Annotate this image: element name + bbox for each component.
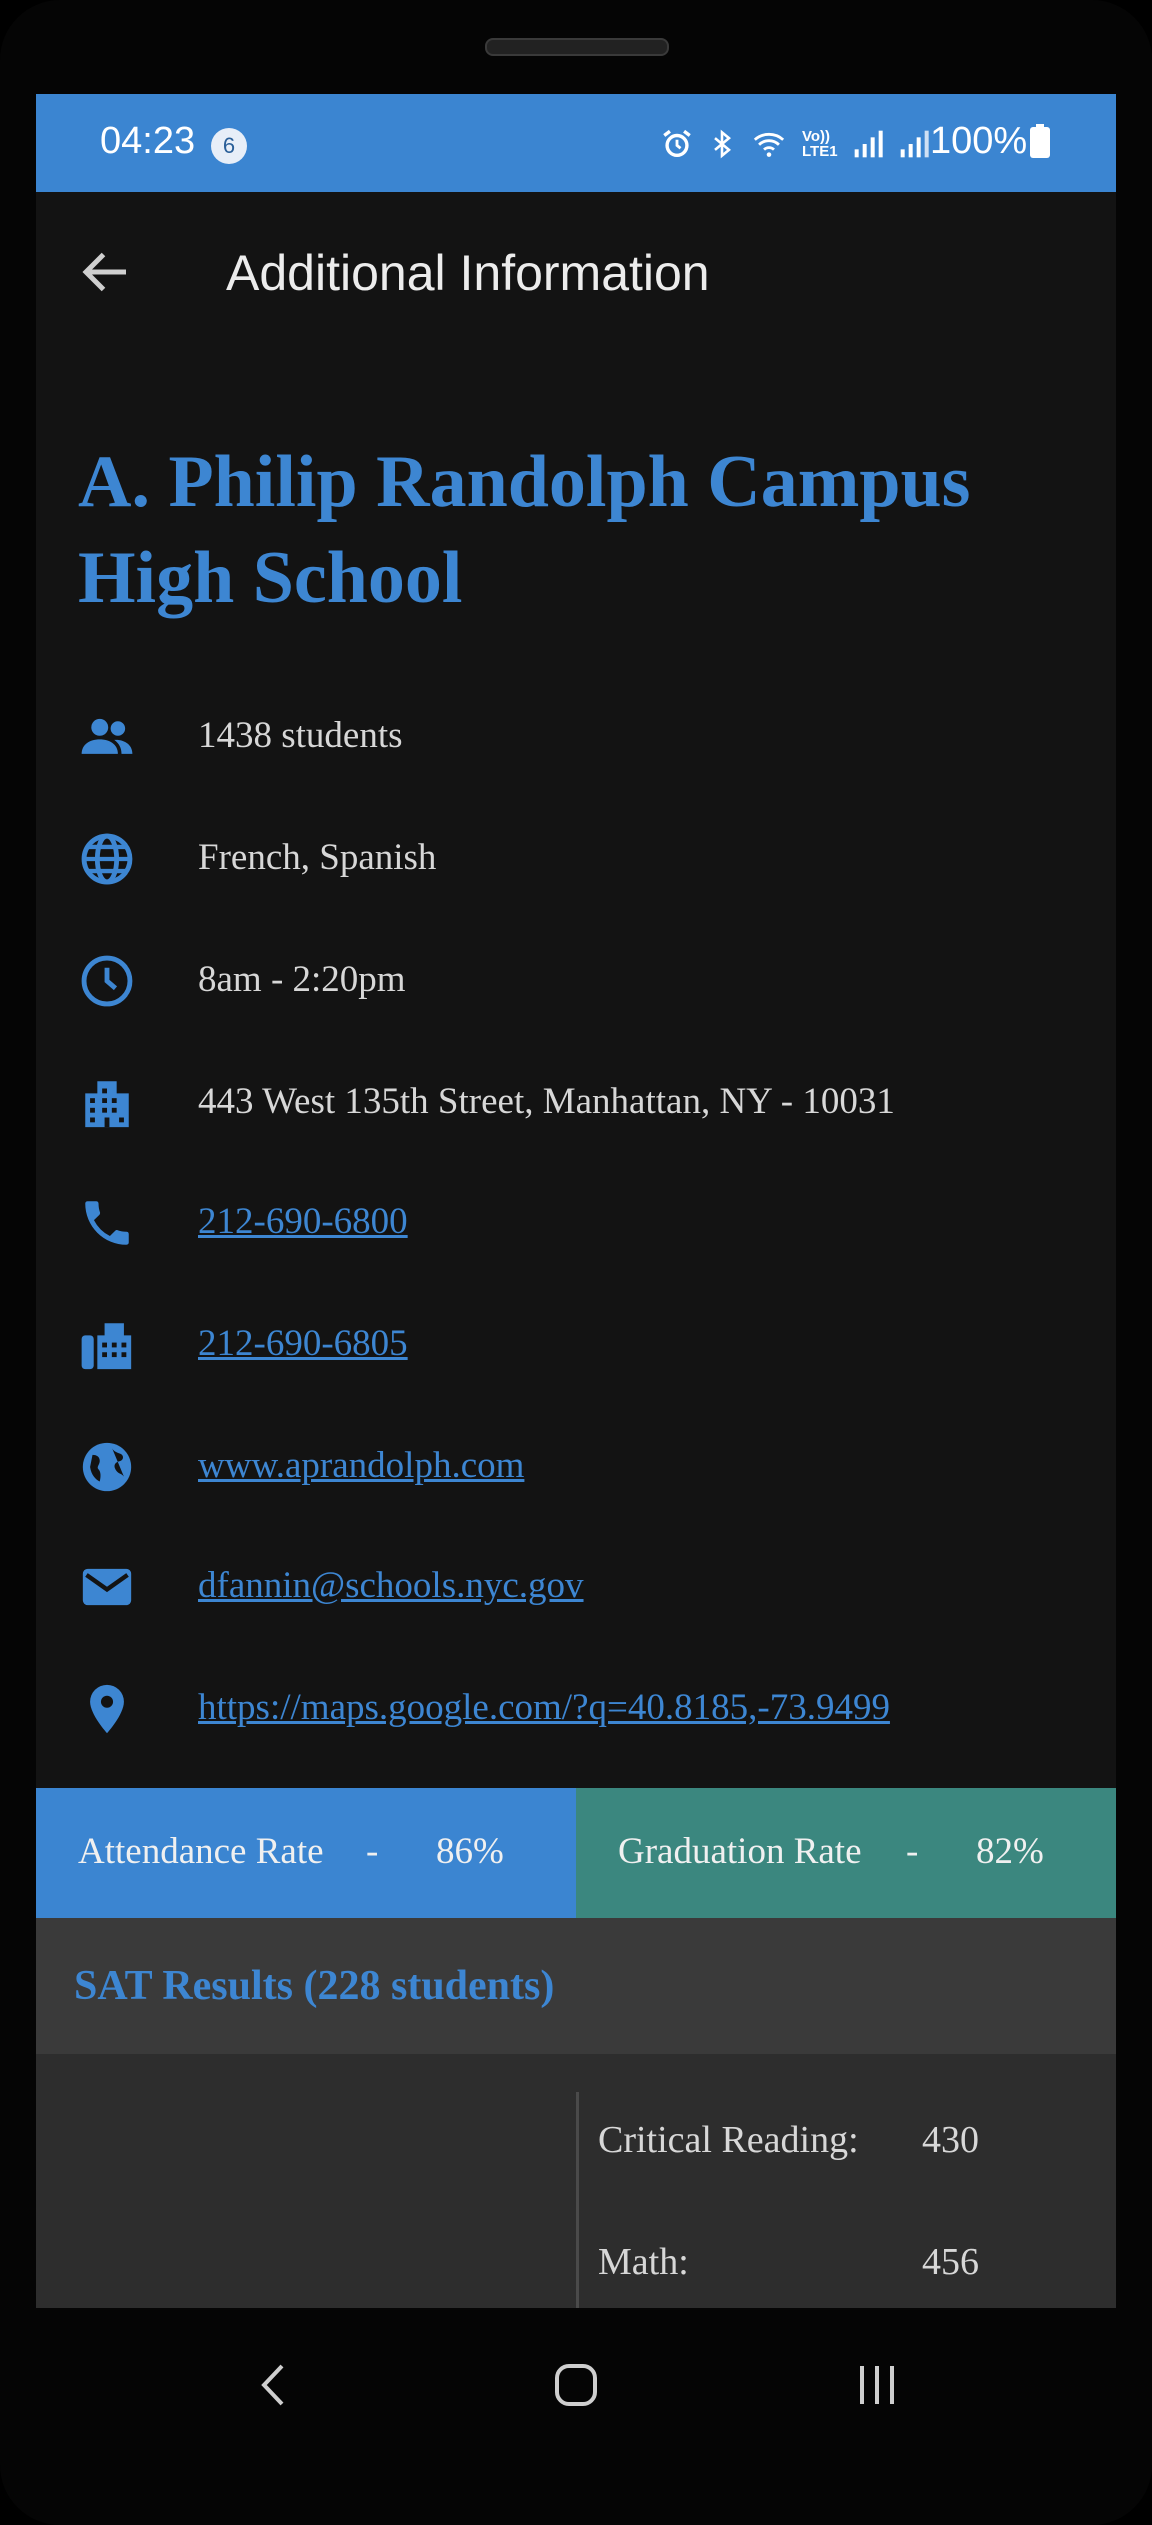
- web-icon: [82, 1442, 132, 1492]
- school-hours: 8am - 2:20pm: [198, 959, 406, 1000]
- website-row[interactable]: www.aprandolph.com: [78, 1430, 1078, 1500]
- sat-header: SAT Results (228 students): [36, 1918, 1116, 2054]
- sat-math-label: Math:: [598, 2241, 689, 2283]
- nav-recents-icon[interactable]: [842, 2350, 912, 2420]
- phone-frame: 04:23 6 Vo)) LTE1 100% Additional Inform…: [0, 0, 1152, 2525]
- notification-badge: 6: [211, 128, 247, 164]
- alarm-icon: [663, 129, 691, 158]
- network-type-label: Vo)) LTE1: [802, 128, 838, 160]
- address: 443 West 135th Street, Manhattan, NY - 1…: [198, 1081, 895, 1122]
- bluetooth-icon: [714, 129, 732, 159]
- attendance-rate-label: Attendance Rate: [78, 1831, 324, 1872]
- system-nav-bar: [36, 2308, 1116, 2468]
- graduation-separator: -: [906, 1831, 919, 1872]
- back-arrow-icon[interactable]: [76, 242, 136, 302]
- sat-reading-value: 430: [922, 2119, 979, 2161]
- student-count: 1438 students: [198, 715, 403, 756]
- phone-icon: [85, 1201, 129, 1245]
- email-icon: [82, 1568, 132, 1606]
- sat-divider: [576, 2092, 579, 2308]
- phone-speaker: [485, 38, 669, 56]
- attendance-separator: -: [366, 1831, 379, 1872]
- signal-icon: [854, 130, 883, 158]
- battery-icon: [1030, 124, 1050, 158]
- school-name: A. Philip Randolph Campus High School: [78, 441, 971, 619]
- location-icon: [90, 1684, 124, 1734]
- map-link[interactable]: https://maps.google.com/?q=40.8185,-73.9…: [198, 1686, 890, 1729]
- sat-reading-row: Critical Reading: 430: [598, 2118, 979, 2162]
- website-link[interactable]: www.aprandolph.com: [198, 1444, 524, 1487]
- fax-icon: [81, 1323, 132, 1370]
- nav-home-icon[interactable]: [541, 2350, 611, 2420]
- email-row[interactable]: dfannin@schools.nyc.gov: [78, 1550, 1078, 1620]
- status-icons: Vo)) LTE1: [660, 122, 930, 166]
- address-row: 443 West 135th Street, Manhattan, NY - 1…: [78, 1066, 1078, 1136]
- languages-row: French, Spanish: [78, 822, 1078, 892]
- wifi-icon: [753, 132, 785, 157]
- building-icon: [85, 1081, 129, 1128]
- students-row: 1438 students: [78, 700, 1078, 770]
- sat-math-value: 456: [922, 2241, 979, 2283]
- sat-title: SAT Results (228 students): [74, 1963, 555, 2009]
- attendance-rate-value: 86%: [436, 1831, 504, 1872]
- graduation-rate-value: 82%: [976, 1831, 1044, 1872]
- page-title: Additional Information: [226, 245, 710, 301]
- fax-row[interactable]: 212-690-6805: [78, 1308, 1078, 1378]
- languages: French, Spanish: [198, 837, 437, 878]
- app-screen: 04:23 6 Vo)) LTE1 100% Additional Inform…: [36, 94, 1116, 2308]
- app-bar: Additional Information: [36, 192, 1116, 348]
- signal-icon-secondary: [900, 130, 929, 158]
- battery-percentage: 100%: [930, 120, 1028, 162]
- phone-row[interactable]: 212-690-6800: [78, 1186, 1078, 1256]
- hours-row: 8am - 2:20pm: [78, 944, 1078, 1014]
- nav-back-icon[interactable]: [240, 2350, 310, 2420]
- fax-link[interactable]: 212-690-6805: [198, 1322, 408, 1365]
- people-icon: [81, 718, 133, 754]
- attendance-rate-panel: Attendance Rate - 86%: [36, 1788, 576, 1918]
- phone-link[interactable]: 212-690-6800: [198, 1200, 408, 1243]
- map-row[interactable]: https://maps.google.com/?q=40.8185,-73.9…: [78, 1672, 1078, 1742]
- status-bar: 04:23 6 Vo)) LTE1 100%: [36, 94, 1116, 192]
- graduation-rate-label: Graduation Rate: [618, 1831, 862, 1872]
- status-time: 04:23: [100, 120, 196, 162]
- globe-icon: [81, 833, 133, 885]
- email-link[interactable]: dfannin@schools.nyc.gov: [198, 1564, 584, 1607]
- sat-math-row: Math: 456: [598, 2240, 979, 2284]
- rates-bar: Attendance Rate - 86% Graduation Rate - …: [36, 1788, 1116, 1918]
- sat-results: Critical Reading: 430 Math: 456: [36, 2054, 1116, 2308]
- sat-reading-label: Critical Reading:: [598, 2119, 859, 2161]
- graduation-rate-panel: Graduation Rate - 82%: [576, 1788, 1116, 1918]
- clock-icon: [81, 955, 133, 1007]
